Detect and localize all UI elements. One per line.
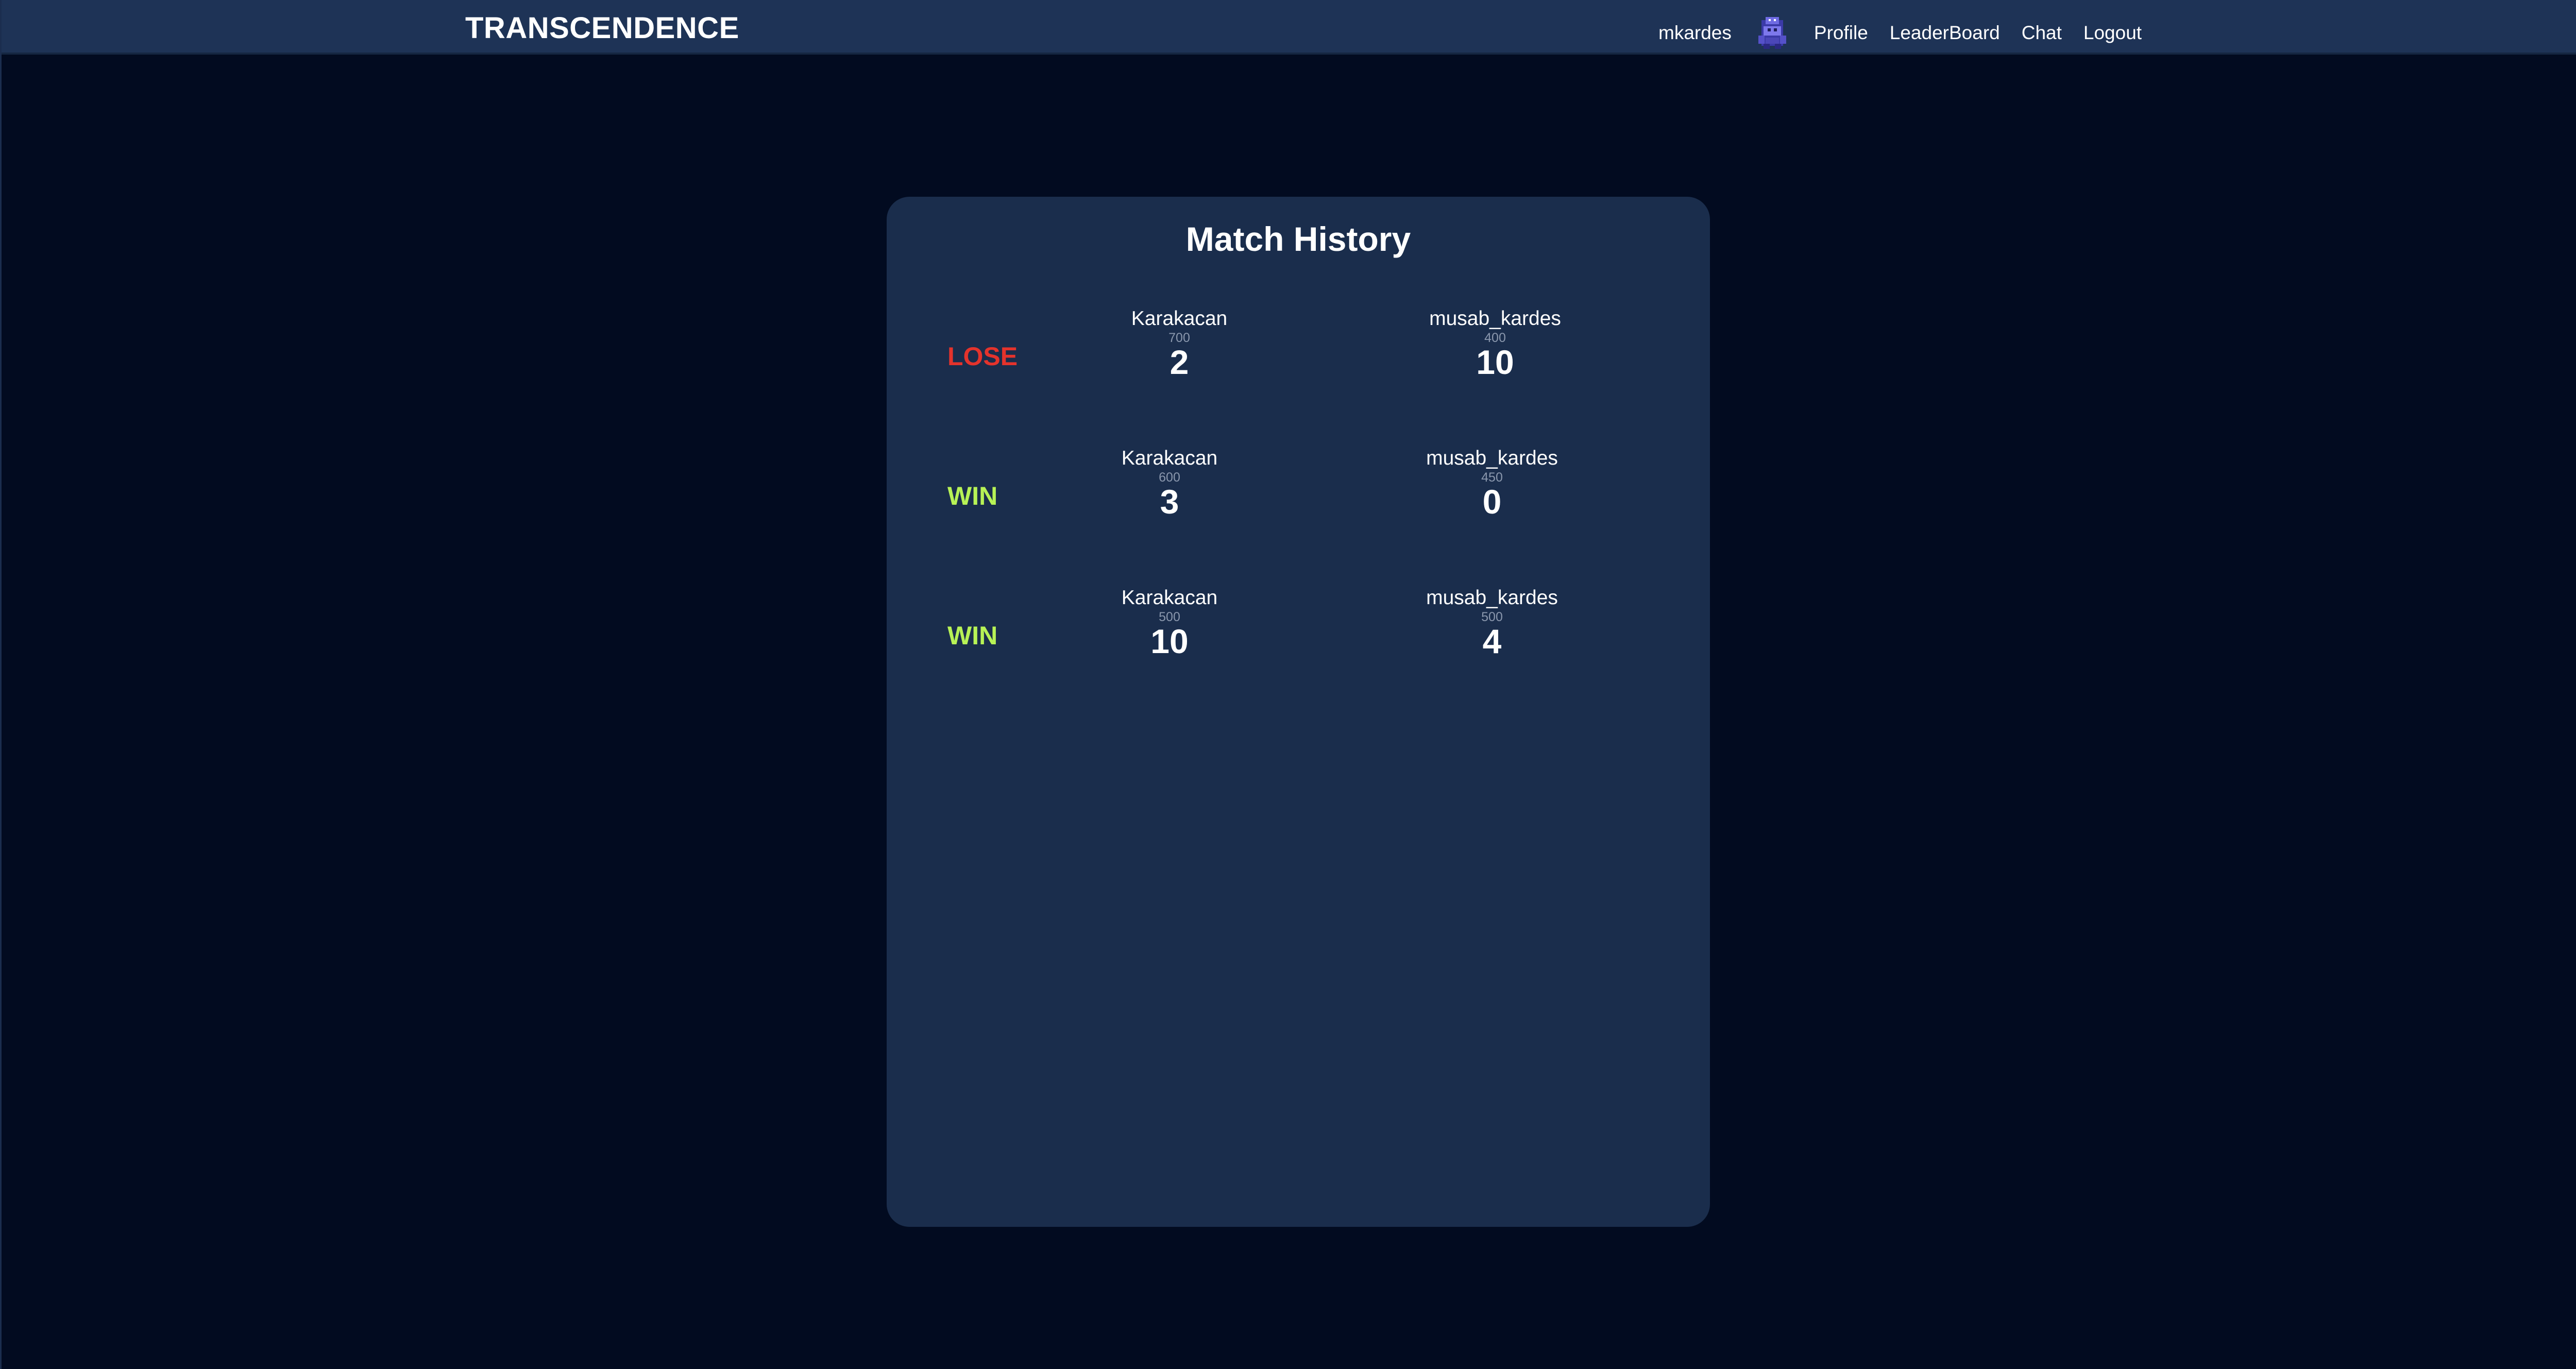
player-one: Karakacan 700 2 [1071, 307, 1287, 379]
match-row: LOSE Karakacan 700 2 musab_kardes 400 10 [887, 307, 1710, 410]
navbar-menu: mkardes Profile LeaderBoard Chat Logout [1658, 14, 2142, 52]
match-result-badge: WIN [947, 621, 998, 650]
page: TRANSCENDENCE mkardes Profile LeaderBoar… [0, 0, 2576, 1369]
player-name[interactable]: Karakacan [1061, 447, 1278, 470]
player-score: 4 [1482, 622, 1502, 660]
player-score: 10 [1476, 343, 1514, 381]
player-name[interactable]: musab_kardes [1384, 586, 1600, 610]
player-score: 0 [1482, 483, 1502, 521]
nav-link-chat[interactable]: Chat [2022, 21, 2062, 45]
nav-link-profile[interactable]: Profile [1814, 21, 1868, 45]
player-name[interactable]: Karakacan [1071, 307, 1287, 331]
player-name[interactable]: Karakacan [1061, 586, 1278, 610]
brand-logo-text[interactable]: TRANSCENDENCE [465, 10, 739, 46]
player-name[interactable]: musab_kardes [1387, 307, 1603, 331]
player-two: musab_kardes 500 4 [1384, 586, 1600, 658]
player-score: 10 [1150, 622, 1189, 660]
pixel-character-icon[interactable] [1756, 17, 1788, 49]
player-two: musab_kardes 400 10 [1387, 307, 1603, 379]
match-history-title: Match History [1185, 220, 1411, 258]
player-one: Karakacan 600 3 [1061, 447, 1278, 519]
player-score: 2 [1170, 343, 1189, 381]
match-row: WIN Karakacan 600 3 musab_kardes 450 0 [887, 447, 1710, 550]
player-name[interactable]: musab_kardes [1384, 447, 1600, 470]
nav-link-leaderboard[interactable]: LeaderBoard [1890, 21, 2000, 45]
username-label: mkardes [1658, 22, 1732, 43]
player-two: musab_kardes 450 0 [1384, 447, 1600, 519]
match-row: WIN Karakacan 500 10 musab_kardes 500 4 [887, 586, 1710, 689]
nav-link-logout[interactable]: Logout [2083, 21, 2142, 45]
match-result-badge: WIN [947, 482, 998, 510]
top-navbar: TRANSCENDENCE mkardes Profile LeaderBoar… [2, 0, 2576, 55]
match-result-badge: LOSE [947, 342, 1018, 371]
player-score: 3 [1160, 483, 1179, 521]
match-history-card: Match History LOSE Karakacan 700 2 musab… [887, 197, 1710, 1227]
player-one: Karakacan 500 10 [1061, 586, 1278, 658]
